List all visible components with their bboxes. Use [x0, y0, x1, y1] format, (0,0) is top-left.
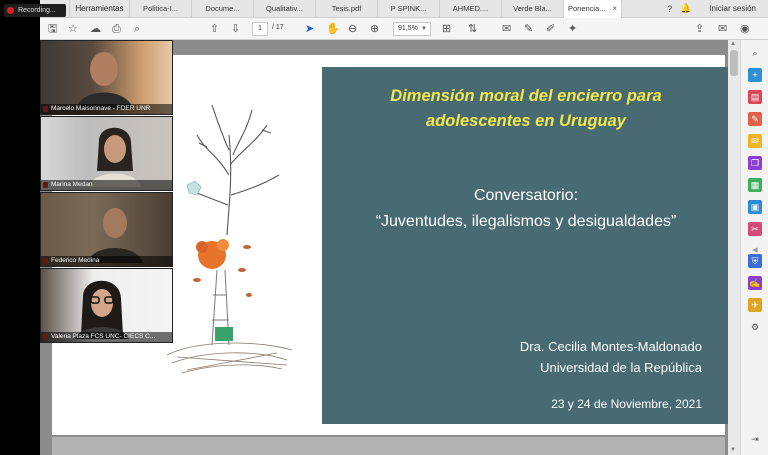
scroll-up-icon[interactable]: ▲	[730, 41, 736, 47]
share-icon[interactable]: ⇪	[695, 22, 704, 36]
account-icon[interactable]: ◉	[740, 22, 750, 36]
fit-page-icon[interactable]: ⊞	[442, 22, 451, 36]
slide-date: 23 y 24 de Noviembre, 2021	[551, 397, 702, 411]
tab-bar: nio Herramientas Politica-I... Docume...…	[40, 0, 768, 18]
page-total: / 17	[272, 24, 284, 31]
protect-icon[interactable]: ⛨	[748, 254, 762, 268]
tree-nest-illustration	[167, 104, 293, 374]
edit-pdf-icon[interactable]: ✎	[748, 112, 762, 126]
tools-sidebar: ⌕ + ▤ ✎ ✉ ❐ ▦ ▣ ✂ ◀ ⛨ ✍ ✈ ⚙ ⇥	[740, 40, 768, 455]
recording-label: Recording...	[18, 7, 56, 14]
slide-title-line1: Dimensión moral del encierro para	[390, 87, 662, 105]
header-actions: ? 🔔 Iniciar sesión	[667, 0, 768, 18]
participant-name: Marina Medan	[41, 180, 172, 190]
recording-indicator: Recording...	[4, 4, 66, 17]
participant-tile[interactable]: Federico Medina	[40, 192, 173, 267]
participant-tile[interactable]: Marina Medan	[40, 116, 173, 191]
select-cursor-icon[interactable]: ➤	[305, 22, 314, 36]
tab-label: Ponencia...	[568, 4, 606, 13]
slide-author: Dra. Cecilia Montes-Maldonado	[519, 339, 702, 354]
upload-cloud-icon[interactable]: ☁	[90, 22, 101, 36]
tab-document[interactable]: Tesis.pdf	[316, 0, 378, 18]
participant-video	[76, 52, 133, 109]
mail-icon[interactable]: ✉	[718, 22, 727, 36]
zoom-out-icon[interactable]: ⊖	[348, 22, 357, 36]
tab-document[interactable]: Verde Bla...	[502, 0, 564, 18]
participant-name: Valeria Plaza FCS UNC- CIECS C...	[41, 332, 172, 342]
video-participants: Marcelo Maisonnave - FDER UNR Marina Med…	[40, 40, 173, 344]
tab-document[interactable]: AHMED....	[440, 0, 502, 18]
save-icon[interactable]: 🖫	[48, 22, 57, 36]
tab-document[interactable]: P SPINK...	[378, 0, 440, 18]
slide-subtitle-line1: Conversatorio:	[473, 187, 579, 204]
zoom-select[interactable]: 91,5% ▼	[393, 22, 431, 36]
participant-name: Federico Medina	[41, 256, 172, 266]
tab-document-active[interactable]: Ponencia... ×	[564, 0, 622, 18]
chevron-down-icon: ▼	[421, 26, 427, 32]
scroll-down-icon[interactable]: ▼	[730, 447, 736, 453]
participant-name: Marcelo Maisonnave - FDER UNR	[41, 104, 172, 114]
slide-institution: Universidad de la República	[540, 360, 702, 375]
redact-icon[interactable]: ✂	[748, 222, 762, 236]
participant-video	[75, 280, 129, 339]
presentation-slide: Dimensión moral del encierro para adoles…	[322, 67, 730, 424]
tab-document[interactable]: Docume...	[192, 0, 254, 18]
star-icon[interactable]: ☆	[68, 22, 78, 36]
scan-icon[interactable]: ▣	[748, 200, 762, 214]
page-up-icon[interactable]: ⇧	[210, 22, 219, 36]
expand-panel-icon[interactable]: ⇥	[748, 432, 762, 446]
tab-document[interactable]: Politica-I...	[130, 0, 192, 18]
tab-document[interactable]: Qualitativ...	[254, 0, 316, 18]
screen: Recording... nio Herramientas Politica-I…	[0, 0, 768, 455]
zoom-in-icon[interactable]: ⊕	[370, 22, 379, 36]
more-tools-icon[interactable]: ⚙	[748, 320, 762, 334]
zoom-search-icon[interactable]: ⌕	[134, 22, 140, 36]
fill-sign-icon[interactable]: ✍	[748, 276, 762, 290]
stamp-icon[interactable]: ✦	[568, 22, 577, 36]
participant-tile[interactable]: Marcelo Maisonnave - FDER UNR	[40, 40, 173, 115]
page-down-icon[interactable]: ⇩	[231, 22, 240, 36]
next-page-edge	[52, 437, 725, 455]
toolbar: 🖫 ☆ ☁ ⎙ ⌕ ⇧ ⇩ 1 / 17 ➤ ✋ ⊖ ⊕ 91,5% ▼ ⊞ ⇅…	[40, 18, 768, 40]
send-review-icon[interactable]: ✈	[748, 298, 762, 312]
tab-tools[interactable]: Herramientas	[70, 0, 130, 18]
help-icon[interactable]: ?	[667, 4, 672, 14]
export-pdf-icon[interactable]: ▤	[748, 90, 762, 104]
bell-icon[interactable]: 🔔	[680, 3, 691, 14]
organize-pages-icon[interactable]: ▦	[748, 178, 762, 192]
comment-tool-icon[interactable]: ✉	[748, 134, 762, 148]
participant-tile[interactable]: Valeria Plaza FCS UNC- CIECS C...	[40, 268, 173, 343]
zoom-value: 91,5%	[398, 25, 418, 32]
zoom-tool-icon[interactable]: ⌕	[748, 46, 762, 60]
hand-icon[interactable]: ✋	[326, 22, 340, 36]
slide-subtitle-line2: “Juventudes, ilegalismos y desigualdades…	[375, 213, 677, 230]
scroll-thumb[interactable]	[730, 50, 738, 76]
scroll-mode-icon[interactable]: ⇅	[468, 22, 477, 36]
participant-video	[89, 127, 141, 187]
pen-icon[interactable]: ✎	[524, 22, 533, 36]
combine-files-icon[interactable]: ❐	[748, 156, 762, 170]
highlight-icon[interactable]: ✐	[546, 22, 555, 36]
print-icon[interactable]: ⎙	[112, 22, 121, 36]
comment-icon[interactable]: ✉	[502, 22, 511, 36]
close-tab-icon[interactable]: ×	[612, 4, 617, 13]
page-number-input[interactable]: 1	[252, 22, 268, 36]
vertical-scrollbar[interactable]: ▲ ▼	[728, 40, 740, 455]
signin-button[interactable]: Iniciar sesión	[709, 4, 756, 13]
create-pdf-icon[interactable]: +	[748, 68, 762, 82]
slide-title-line2: adolescentes en Uruguay	[426, 112, 626, 130]
record-icon	[7, 7, 14, 14]
participant-video	[87, 208, 143, 263]
